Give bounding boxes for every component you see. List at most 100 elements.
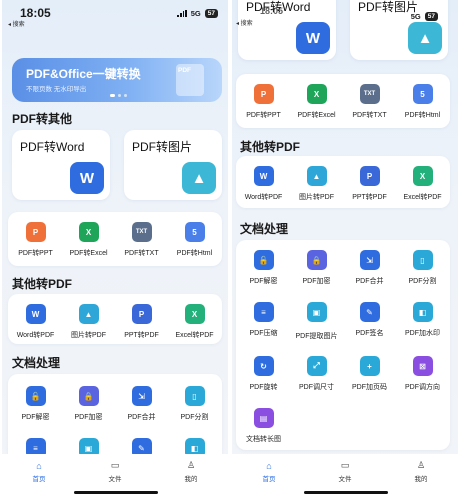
ppt-icon: P	[25, 222, 46, 242]
convert-tools-card: P PDF转PPT X PDF转Excel TXT PDF转TXT 5 PDF转…	[8, 212, 222, 266]
tool-pdf-encrypt[interactable]: 🔒 PDF加密	[62, 386, 115, 422]
excel-to-pdf-icon: X	[184, 304, 205, 324]
banner-subtitle: 不限页数 无水印导出	[26, 86, 87, 93]
status-bar: 18:05 ◂ 搜索 5G 57	[232, 0, 458, 28]
other-to-pdf-card: W Word转PDF ▲ 图片转PDF P PPT转PDF X Excel转PD…	[236, 156, 450, 208]
rotate-icon: ↻	[253, 356, 274, 376]
page-number-icon: +	[359, 356, 380, 376]
tab-files[interactable]: ▭ 文件	[90, 460, 140, 483]
tool-pdf-resize[interactable]: ⤢ PDF调尺寸	[290, 356, 343, 392]
tool-label: PDF分割	[180, 414, 209, 421]
tool-label: PDF调尺寸	[299, 384, 334, 391]
tool-label: PDF加密	[74, 414, 103, 421]
tool-doc-to-long-image[interactable]: ▤ 文档转长图	[237, 408, 290, 444]
status-time: 18:05	[20, 6, 51, 20]
status-icons: 5G 57	[177, 9, 218, 18]
home-screen-top: 18:05 ◂ 搜索 5G 57 PDF&Office一键转换 不限页数 无水印…	[2, 0, 228, 500]
tool-word-to-pdf[interactable]: W Word转PDF	[237, 166, 290, 202]
status-bar: 18:05 ◂ 搜索 5G 57	[2, 0, 228, 28]
tool-pdf-merge[interactable]: ⇲ PDF合并	[343, 250, 396, 286]
tool-label: PDF旋转	[249, 384, 278, 391]
tool-word-to-pdf[interactable]: W Word转PDF	[9, 304, 62, 340]
tool-label: PDF调方向	[405, 384, 440, 391]
tool-pdf-watermark[interactable]: ◧ PDF加水印	[396, 302, 449, 338]
watermark-icon: ◧	[412, 302, 433, 322]
tool-label: Excel转PDF	[403, 194, 442, 201]
excel-to-pdf-icon: X	[412, 166, 433, 186]
tool-pdf-decrypt[interactable]: 🔓 PDF解密	[237, 250, 290, 286]
home-screen-scrolled: PDF转Word W PDF转图片 ▲ 18:05 ◂ 搜索 5G 57 P P…	[232, 0, 458, 500]
image-to-pdf-icon: ▲	[78, 304, 99, 324]
battery-icon: 57	[204, 9, 218, 18]
tool-pdf-to-txt[interactable]: TXT PDF转TXT	[115, 222, 168, 258]
signal-icon	[177, 10, 187, 17]
user-icon: ♙	[186, 460, 196, 470]
card-label: PDF转Word	[20, 140, 85, 154]
tab-label: 我的	[414, 476, 428, 483]
compress-icon: ≡	[253, 302, 274, 322]
pdf-to-word-card[interactable]: PDF转Word W	[12, 130, 110, 200]
tab-files[interactable]: ▭ 文件	[320, 460, 370, 483]
tool-ppt-to-pdf[interactable]: P PPT转PDF	[115, 304, 168, 340]
tool-pdf-to-html[interactable]: 5 PDF转Html	[168, 222, 221, 258]
tool-image-to-pdf[interactable]: ▲ 图片转PDF	[290, 166, 343, 202]
tool-pdf-encrypt[interactable]: 🔒 PDF加密	[290, 250, 343, 286]
tool-pdf-page-number[interactable]: + PDF加页码	[343, 356, 396, 392]
section-title-other-to-pdf: 其他转PDF	[12, 277, 73, 291]
banner-pager-dots	[110, 94, 127, 97]
tool-pdf-decrypt[interactable]: 🔓 PDF解密	[9, 386, 62, 422]
tool-excel-to-pdf[interactable]: X Excel转PDF	[396, 166, 449, 202]
tool-label: PDF转PPT	[18, 250, 53, 257]
tool-label: PDF压缩	[249, 330, 278, 337]
tool-pdf-sign[interactable]: ✎ PDF签名	[343, 302, 396, 338]
excel-icon: X	[306, 84, 327, 104]
sign-icon: ✎	[359, 302, 380, 322]
tool-excel-to-pdf[interactable]: X Excel转PDF	[168, 304, 221, 340]
folder-icon: ▭	[340, 460, 350, 470]
tool-pdf-orientation[interactable]: ⊠ PDF调方向	[396, 356, 449, 392]
tool-label: Excel转PDF	[175, 332, 214, 339]
tool-label: PDF合并	[127, 414, 156, 421]
bottom-tab-bar: ⌂ 首页 ▭ 文件 ♙ 我的	[232, 454, 458, 500]
tool-pdf-split[interactable]: ▯ PDF分割	[168, 386, 221, 422]
tool-pdf-rotate[interactable]: ↻ PDF旋转	[237, 356, 290, 392]
tool-pdf-extract-image[interactable]: ▣ PDF提取图片	[290, 302, 343, 341]
tool-pdf-to-ppt[interactable]: P PDF转PPT	[9, 222, 62, 258]
tab-home[interactable]: ⌂ 首页	[14, 460, 64, 484]
tool-pdf-to-excel[interactable]: X PDF转Excel	[290, 84, 343, 120]
tool-image-to-pdf[interactable]: ▲ 图片转PDF	[62, 304, 115, 340]
back-to-search-link[interactable]: ◂ 搜索	[236, 18, 253, 27]
tool-label: PDF转Html	[404, 112, 441, 119]
tool-label: PDF转Html	[176, 250, 213, 257]
tool-pdf-to-excel[interactable]: X PDF转Excel	[62, 222, 115, 258]
tool-pdf-split[interactable]: ▯ PDF分割	[396, 250, 449, 286]
tool-label: PDF转Excel	[69, 250, 108, 257]
section-title-pdf-to-other: PDF转其他	[12, 112, 73, 126]
screenshot-stage: 18:05 ◂ 搜索 5G 57 PDF&Office一键转换 不限页数 无水印…	[0, 0, 462, 500]
tab-label: 首页	[262, 476, 276, 483]
tool-pdf-compress[interactable]: ≡ PDF压缩	[237, 302, 290, 338]
tool-label: Word转PDF	[244, 194, 283, 201]
bottom-tab-bar: ⌂ 首页 ▭ 文件 ♙ 我的	[2, 454, 228, 500]
doc-tools-card: 🔓 PDF解密 🔒 PDF加密 ⇲ PDF合并 ▯ PDF分割 ≡ PDF压缩 …	[236, 240, 450, 450]
status-icons: 5G 57	[411, 12, 438, 21]
tool-pdf-to-txt[interactable]: TXT PDF转TXT	[343, 84, 396, 120]
folder-icon: ▭	[110, 460, 120, 470]
other-to-pdf-card: W Word转PDF ▲ 图片转PDF P PPT转PDF X Excel转PD…	[8, 294, 222, 344]
status-time: 18:05	[260, 6, 284, 16]
tab-profile[interactable]: ♙ 我的	[166, 460, 216, 483]
tool-pdf-to-ppt[interactable]: P PDF转PPT	[237, 84, 290, 120]
tool-pdf-merge[interactable]: ⇲ PDF合并	[115, 386, 168, 422]
tool-ppt-to-pdf[interactable]: P PPT转PDF	[343, 166, 396, 202]
tool-label: PDF签名	[355, 330, 384, 337]
tool-label: PDF合并	[355, 278, 384, 285]
tab-profile[interactable]: ♙ 我的	[396, 460, 446, 483]
pdf-to-image-card[interactable]: PDF转图片 ▲	[124, 130, 222, 200]
lock-icon: 🔒	[78, 386, 99, 406]
tool-pdf-to-html[interactable]: 5 PDF转Html	[396, 84, 449, 120]
back-to-search-link[interactable]: ◂ 搜索	[8, 19, 25, 28]
convert-tools-card: P PDF转PPT X PDF转Excel TXT PDF转TXT 5 PDF转…	[236, 74, 450, 128]
tab-home[interactable]: ⌂ 首页	[244, 460, 294, 484]
section-title-other-to-pdf: 其他转PDF	[240, 140, 301, 154]
orientation-icon: ⊠	[412, 356, 433, 376]
